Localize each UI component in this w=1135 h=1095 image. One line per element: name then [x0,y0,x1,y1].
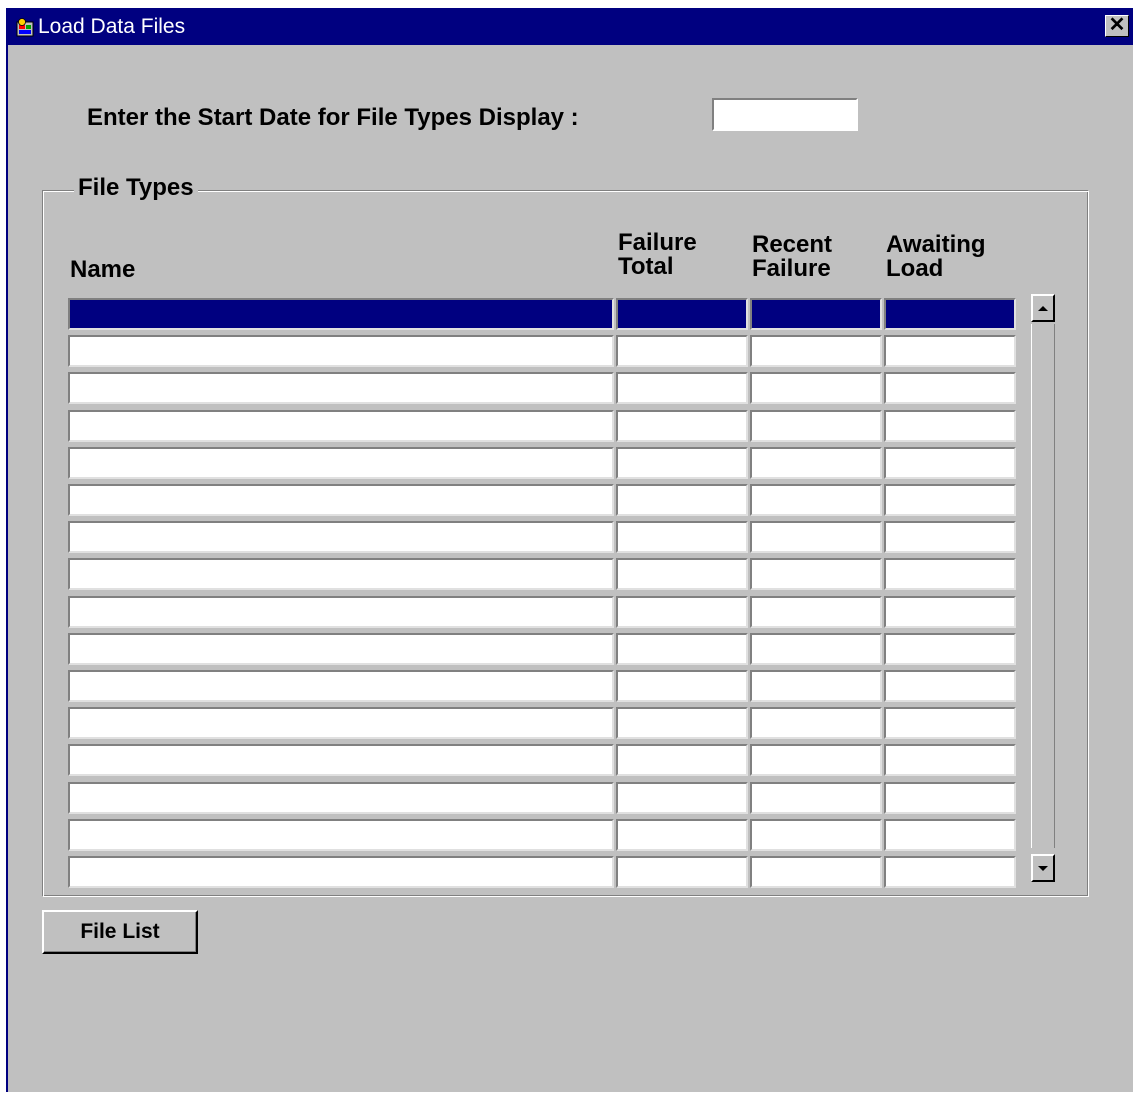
cell-recent-failure[interactable] [750,335,882,367]
cell-awaiting-load[interactable] [884,335,1016,367]
cell-failure-total[interactable] [616,447,748,479]
start-date-label: Enter the Start Date for File Types Disp… [87,104,579,131]
cell-failure-total[interactable] [616,410,748,442]
cell-name[interactable] [68,596,614,628]
cell-recent-failure[interactable] [750,372,882,404]
cell-name[interactable] [68,707,614,739]
column-header-failure-total-line1: Failure [618,229,697,256]
column-header-name: Name [70,256,136,283]
cell-awaiting-load[interactable] [884,484,1016,516]
cell-recent-failure[interactable] [750,447,882,479]
cell-awaiting-load[interactable] [884,558,1016,590]
arrow-down-icon [1038,865,1048,871]
cell-failure-total[interactable] [616,298,748,330]
cell-name[interactable] [68,521,614,553]
close-button[interactable]: ✕ [1105,15,1129,37]
cell-awaiting-load[interactable] [884,707,1016,739]
grid-scrollbar[interactable] [1029,292,1057,882]
cell-awaiting-load[interactable] [884,782,1016,814]
cell-recent-failure[interactable] [750,410,882,442]
app-icon [16,18,34,37]
arrow-up-icon [1038,305,1048,311]
cell-awaiting-load[interactable] [884,819,1016,851]
cell-failure-total[interactable] [616,633,748,665]
cell-name[interactable] [68,856,614,888]
cell-failure-total[interactable] [616,819,748,851]
title-bar[interactable]: Load Data Files ✕ [8,8,1133,45]
cell-awaiting-load[interactable] [884,596,1016,628]
cell-awaiting-load[interactable] [884,856,1016,888]
cell-recent-failure[interactable] [750,298,882,330]
column-header-recent-failure-line2: Failure [752,255,831,282]
cell-failure-total[interactable] [616,521,748,553]
scroll-track[interactable] [1031,324,1055,848]
window-title: Load Data Files [38,15,186,38]
cell-failure-total[interactable] [616,856,748,888]
cell-awaiting-load[interactable] [884,372,1016,404]
cell-name[interactable] [68,298,614,330]
column-header-failure-total-line2: Total [618,253,674,280]
cell-awaiting-load[interactable] [884,410,1016,442]
cell-awaiting-load[interactable] [884,670,1016,702]
cell-failure-total[interactable] [616,670,748,702]
cell-recent-failure[interactable] [750,819,882,851]
cell-name[interactable] [68,484,614,516]
cell-failure-total[interactable] [616,744,748,776]
cell-awaiting-load[interactable] [884,744,1016,776]
cell-name[interactable] [68,335,614,367]
cell-failure-total[interactable] [616,782,748,814]
cell-name[interactable] [68,410,614,442]
cell-failure-total[interactable] [616,372,748,404]
column-header-recent-failure-line1: Recent [752,231,833,258]
cell-recent-failure[interactable] [750,596,882,628]
column-header-awaiting-load-line2: Load [886,255,944,282]
cell-awaiting-load[interactable] [884,521,1016,553]
cell-failure-total[interactable] [616,558,748,590]
cell-failure-total[interactable] [616,596,748,628]
cell-awaiting-load[interactable] [884,633,1016,665]
cell-name[interactable] [68,744,614,776]
cell-failure-total[interactable] [616,335,748,367]
cell-name[interactable] [68,819,614,851]
cell-recent-failure[interactable] [750,782,882,814]
cell-failure-total[interactable] [616,484,748,516]
cell-name[interactable] [68,633,614,665]
file-list-button[interactable]: File List [42,910,198,954]
file-types-group-label: File Types [74,174,198,202]
cell-recent-failure[interactable] [750,633,882,665]
cell-name[interactable] [68,782,614,814]
scroll-up-button[interactable] [1031,294,1055,322]
cell-recent-failure[interactable] [750,744,882,776]
column-header-awaiting-load-line1: Awaiting [886,231,986,258]
cell-name[interactable] [68,372,614,404]
scroll-down-button[interactable] [1031,854,1055,882]
cell-failure-total[interactable] [616,707,748,739]
cell-recent-failure[interactable] [750,521,882,553]
cell-recent-failure[interactable] [750,670,882,702]
cell-recent-failure[interactable] [750,558,882,590]
cell-recent-failure[interactable] [750,484,882,516]
cell-name[interactable] [68,447,614,479]
cell-recent-failure[interactable] [750,707,882,739]
cell-name[interactable] [68,670,614,702]
cell-awaiting-load[interactable] [884,298,1016,330]
cell-recent-failure[interactable] [750,856,882,888]
cell-name[interactable] [68,558,614,590]
cell-awaiting-load[interactable] [884,447,1016,479]
start-date-input[interactable] [712,98,858,131]
